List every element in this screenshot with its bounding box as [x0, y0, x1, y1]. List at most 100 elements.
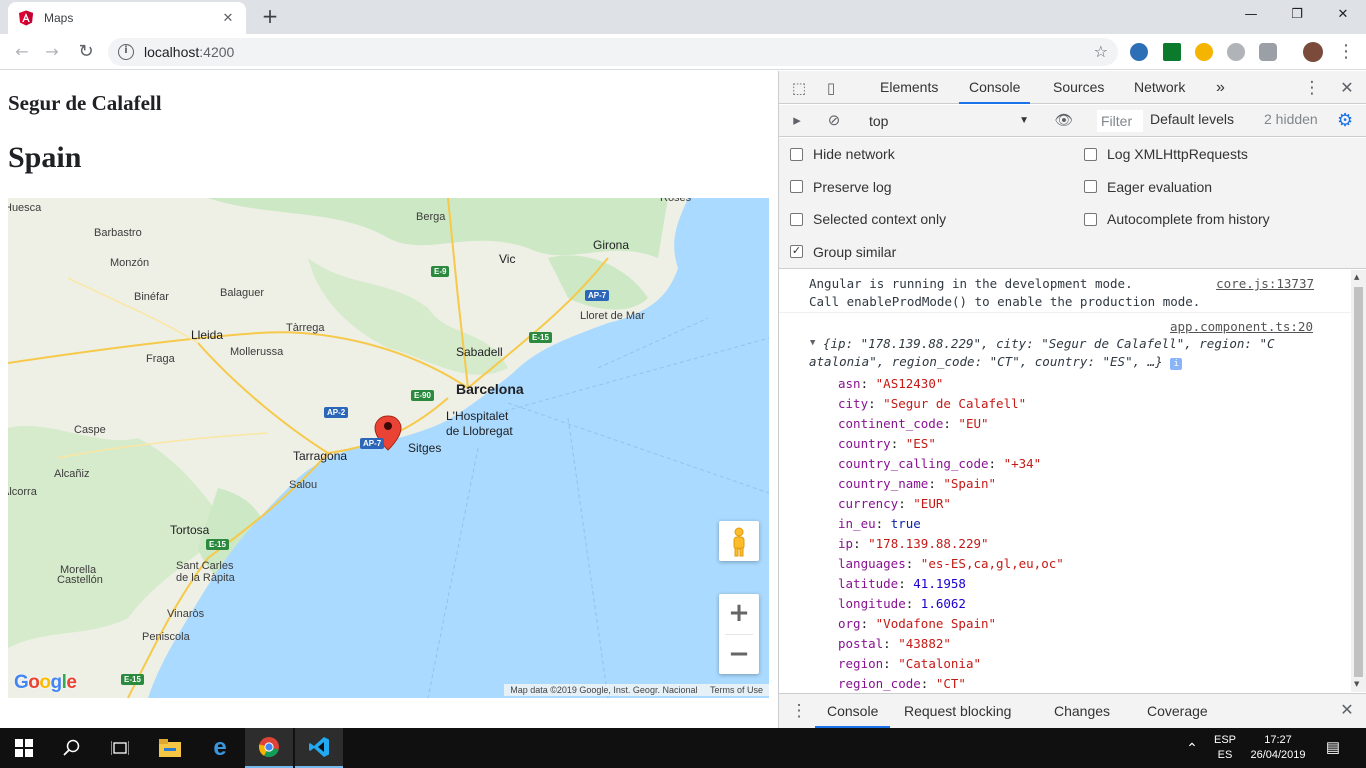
notifications-icon[interactable]: ▤ — [1320, 728, 1346, 768]
expand-arrow-icon[interactable]: ▼ — [810, 338, 815, 348]
minimize-button[interactable]: — — [1228, 0, 1274, 30]
object-preview-line-2[interactable]: atalonia", region_code: "CT", country: "… — [809, 354, 1183, 370]
file-explorer-button[interactable] — [146, 728, 194, 768]
drawer-tab-changes[interactable]: Changes — [1054, 694, 1110, 728]
object-property-row[interactable]: currency: "EUR" — [838, 496, 951, 511]
chrome-button[interactable] — [245, 728, 293, 768]
devtools-menu-icon[interactable]: ⋮ — [1302, 78, 1322, 98]
device-toolbar-icon[interactable]: ▯ — [821, 78, 841, 98]
scrollbar-thumb[interactable] — [1354, 287, 1363, 677]
checkbox[interactable] — [1084, 180, 1097, 193]
log-levels-dropdown[interactable]: Default levels — [1150, 111, 1234, 127]
google-logo[interactable]: Google — [14, 672, 77, 694]
browser-menu-icon[interactable]: ⋮ — [1334, 40, 1358, 64]
inspect-element-icon[interactable]: ⬚ — [789, 78, 809, 98]
setting-eager-evaluation[interactable]: Eager evaluation — [1084, 179, 1212, 195]
zoom-out-button[interactable]: − — [719, 635, 759, 675]
restore-button[interactable]: ❐ — [1274, 0, 1320, 30]
object-property-row[interactable]: country: "ES" — [838, 436, 936, 451]
extension-icon-2[interactable] — [1163, 43, 1181, 61]
profile-avatar[interactable] — [1303, 42, 1323, 62]
map-place-label: Binéfar — [134, 291, 169, 303]
drawer-tab-coverage[interactable]: Coverage — [1147, 694, 1208, 728]
checkbox[interactable] — [1084, 212, 1097, 226]
angular-extension-icon[interactable] — [1227, 43, 1245, 61]
object-property-row[interactable]: city: "Segur de Calafell" — [838, 396, 1026, 411]
extension-icon-1[interactable] — [1130, 43, 1148, 61]
drawer-tab-request-blocking[interactable]: Request blocking — [904, 694, 1011, 728]
object-property-row[interactable]: latitude: 41.1958 — [838, 576, 966, 591]
object-property-row[interactable]: region: "Catalonia" — [838, 656, 981, 671]
start-button[interactable] — [0, 728, 48, 768]
setting-selected-context-only[interactable]: Selected context only — [790, 211, 946, 227]
drawer-menu-icon[interactable]: ⋮ — [789, 701, 809, 721]
checkbox[interactable] — [1084, 147, 1097, 161]
close-drawer-icon[interactable]: ✕ — [1337, 701, 1357, 721]
search-button[interactable] — [48, 728, 96, 768]
console-settings-gear-icon[interactable]: ⚙ — [1337, 110, 1353, 131]
info-badge-icon[interactable]: i — [1170, 358, 1183, 370]
tab-sources[interactable]: Sources — [1053, 71, 1104, 104]
close-devtools-icon[interactable]: ✕ — [1337, 78, 1357, 98]
setting-autocomplete-from-history[interactable]: Autocomplete from history — [1084, 211, 1270, 227]
terms-of-use-link[interactable]: Terms of Use — [710, 685, 763, 695]
source-link-core-js[interactable]: core.js:13737 — [1216, 276, 1314, 291]
bookmark-star-icon[interactable]: ☆ — [1094, 42, 1108, 61]
street-view-pegman[interactable] — [719, 521, 759, 561]
edge-button[interactable]: e — [196, 728, 244, 768]
object-property-row[interactable]: postal: "43882" — [838, 636, 951, 651]
object-property-row[interactable]: country_calling_code: "+34" — [838, 456, 1041, 471]
checkbox[interactable] — [790, 212, 803, 226]
console-filter-input[interactable]: Filter — [1097, 110, 1143, 132]
clear-console-icon[interactable]: ⊘ — [824, 111, 844, 131]
close-window-button[interactable]: ✕ — [1320, 0, 1366, 30]
checkbox[interactable]: ✓ — [790, 245, 803, 258]
drawer-tab-console[interactable]: Console — [815, 694, 891, 728]
zoom-in-button[interactable]: + — [719, 594, 759, 634]
object-property-row[interactable]: longitude: 1.6062 — [838, 596, 966, 611]
forward-button[interactable]: → — [40, 40, 64, 64]
live-expression-eye-icon[interactable]: 👁 — [1054, 111, 1074, 131]
more-tabs-icon[interactable]: » — [1216, 71, 1225, 104]
object-property-row[interactable]: in_eu: true — [838, 516, 921, 531]
vscode-button[interactable] — [295, 728, 343, 768]
checkbox[interactable] — [790, 180, 803, 193]
extension-icon-3[interactable] — [1195, 43, 1213, 61]
setting-group-similar[interactable]: ✓ Group similar — [790, 244, 896, 260]
object-preview-line-1[interactable]: {ip: "178.139.88.229", city: "Segur de C… — [823, 336, 1275, 351]
back-button[interactable]: ← — [10, 40, 34, 64]
clock[interactable]: 17:27 26/04/2019 — [1244, 728, 1312, 768]
info-icon[interactable]: i — [118, 44, 134, 60]
shield-extension-icon[interactable] — [1259, 43, 1277, 61]
tab-close-icon[interactable]: ✕ — [220, 11, 236, 26]
google-map[interactable]: Roses Huesca Berga Barbastro Girona Monzón Vic… — [8, 198, 769, 698]
object-property-row[interactable]: ip: "178.139.88.229" — [838, 536, 989, 551]
tab-elements[interactable]: Elements — [880, 71, 938, 104]
console-scrollbar[interactable]: ▲ ▼ — [1351, 270, 1366, 692]
setting-preserve-log[interactable]: Preserve log — [790, 179, 892, 195]
show-sidebar-icon[interactable]: ▸ — [787, 111, 807, 131]
browser-tab-maps[interactable]: Maps ✕ — [8, 2, 246, 34]
scroll-up-icon[interactable]: ▲ — [1354, 273, 1359, 281]
object-property-row[interactable]: region_code: "CT" — [838, 676, 966, 691]
tab-network[interactable]: Network — [1134, 71, 1185, 104]
scroll-down-icon[interactable]: ▼ — [1354, 680, 1359, 688]
object-property-row[interactable]: continent_code: "EU" — [838, 416, 989, 431]
task-view-button[interactable] — [96, 728, 144, 768]
reload-button[interactable]: ↻ — [74, 40, 98, 64]
address-bar[interactable]: i localhost:4200 ☆ — [108, 38, 1118, 66]
input-language-indicator[interactable]: ESP ES — [1208, 728, 1242, 768]
context-selector[interactable]: top ▼ — [857, 111, 1029, 131]
map-place-label: de Llobregat — [446, 424, 513, 438]
source-link-app-component[interactable]: app.component.ts:20 — [1170, 319, 1313, 334]
tray-expand-icon[interactable]: ⌃ — [1180, 728, 1204, 768]
tab-console[interactable]: Console — [959, 71, 1031, 104]
setting-hide-network[interactable]: Hide network — [790, 146, 895, 162]
checkbox[interactable] — [790, 147, 803, 161]
object-property-row[interactable]: org: "Vodafone Spain" — [838, 616, 996, 631]
setting-log-xmlhttprequests[interactable]: Log XMLHttpRequests — [1084, 146, 1248, 162]
object-property-row[interactable]: asn: "AS12430" — [838, 376, 943, 391]
object-property-row[interactable]: languages: "es-ES,ca,gl,eu,oc" — [838, 556, 1064, 571]
object-property-row[interactable]: country_name: "Spain" — [838, 476, 996, 491]
new-tab-button[interactable]: + — [258, 5, 282, 29]
